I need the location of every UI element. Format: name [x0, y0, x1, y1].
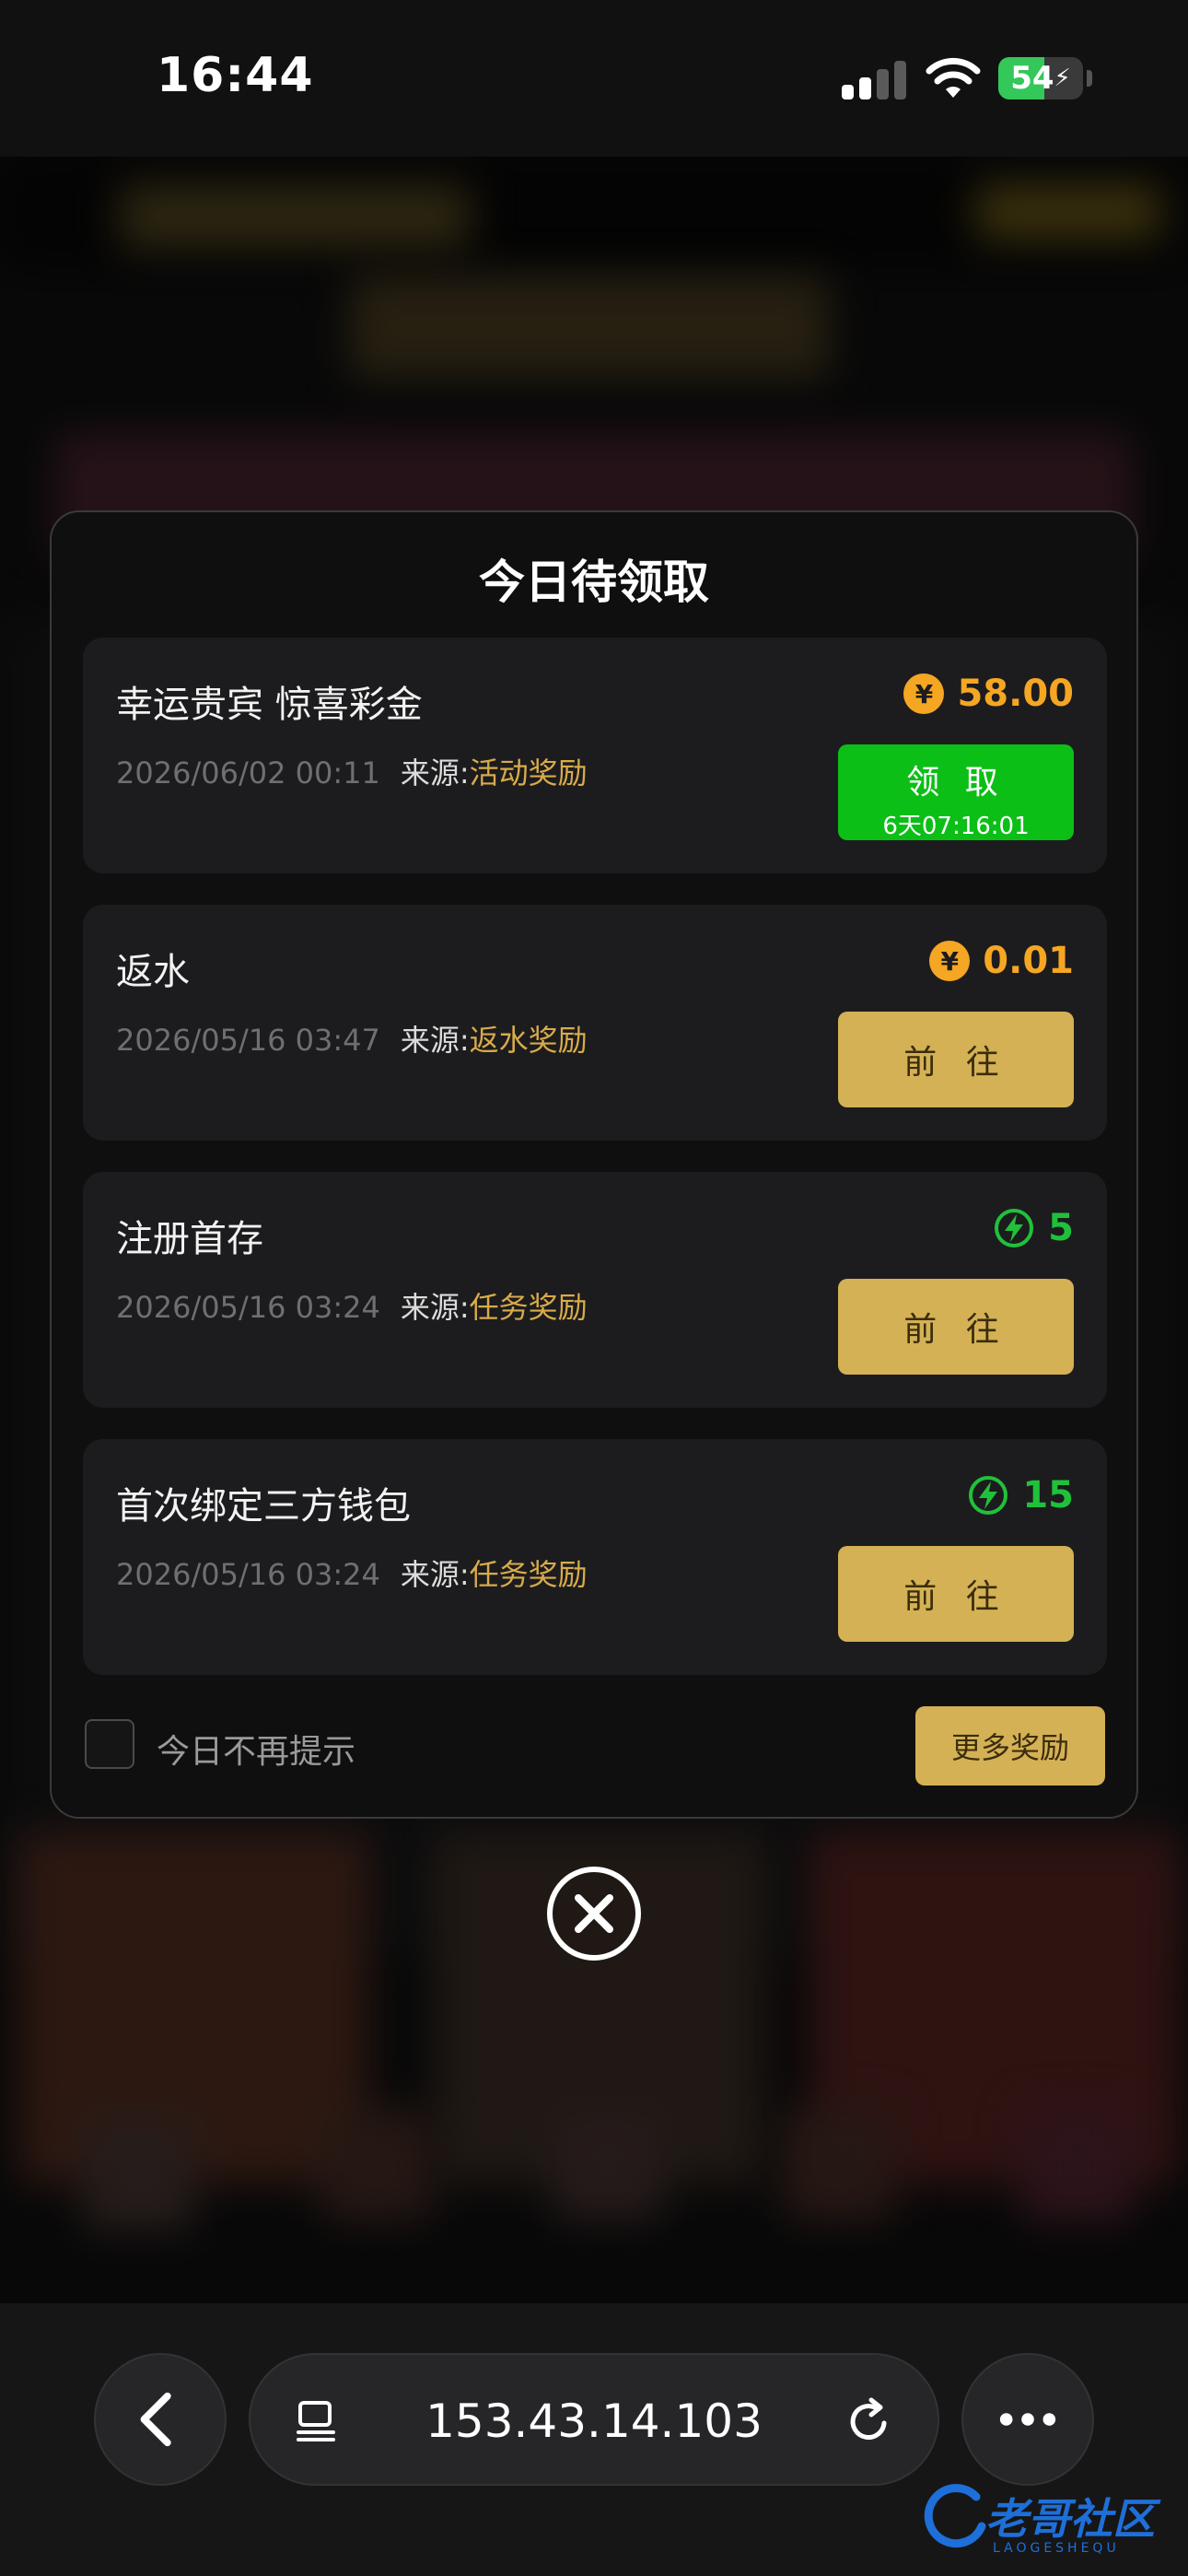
- reward-value: 0.01: [983, 940, 1074, 982]
- reward-meta: 2026/05/16 03:24 来源:任务奖励: [116, 1551, 588, 1594]
- battery-cap: [1087, 70, 1092, 87]
- reward-value: 58.00: [957, 673, 1074, 715]
- rewards-modal: 今日待领取 幸运贵宾 惊喜彩金 2026/06/02 00:11 来源:活动奖励 …: [50, 510, 1138, 1819]
- source-label: 来源:: [400, 1557, 470, 1592]
- claim-countdown: 6天07:16:01: [882, 813, 1030, 840]
- reward-title: 幸运贵宾 惊喜彩金: [116, 684, 423, 726]
- status-time: 16:44: [157, 48, 314, 103]
- cellular-signal-icon: [842, 59, 906, 100]
- dont-show-label[interactable]: 今日不再提示: [157, 1725, 355, 1773]
- close-icon: [575, 1894, 613, 1933]
- claim-label: 领 取: [906, 764, 1006, 802]
- watermark-subtext: LAOGESHEQU: [993, 2541, 1120, 2556]
- chevron-left-icon: [140, 2392, 171, 2447]
- source-label: 来源:: [400, 1023, 470, 1058]
- reload-icon[interactable]: [844, 2395, 895, 2447]
- close-modal-button[interactable]: [547, 1867, 641, 1961]
- url-text: 153.43.14.103: [425, 2395, 763, 2448]
- reward-card: 注册首存 2026/05/16 03:24 来源:任务奖励 5 前 往: [83, 1172, 1107, 1408]
- battery-icon: 54 ⚡: [998, 57, 1083, 100]
- reward-card: 幸运贵宾 惊喜彩金 2026/06/02 00:11 来源:活动奖励 ¥ 58.0…: [83, 638, 1107, 873]
- reward-amount: ¥ 58.00: [903, 671, 1074, 717]
- bolt-icon: [969, 1476, 1008, 1515]
- reward-date: 2026/06/02 00:11: [116, 755, 380, 790]
- go-button[interactable]: 前 往: [838, 1279, 1074, 1375]
- coin-icon: ¥: [929, 941, 971, 981]
- reward-title: 首次绑定三方钱包: [116, 1485, 411, 1528]
- more-options-button[interactable]: [961, 2353, 1094, 2486]
- go-button[interactable]: 前 往: [838, 1012, 1074, 1107]
- reward-amount: 15: [967, 1472, 1074, 1518]
- reward-date: 2026/05/16 03:24: [116, 1290, 380, 1325]
- source-label: 来源:: [400, 1290, 470, 1325]
- coin-icon: ¥: [903, 673, 945, 714]
- dragon-logo-icon: [924, 2484, 986, 2548]
- reward-value: 15: [1022, 1474, 1074, 1516]
- reward-title: 注册首存: [116, 1218, 263, 1260]
- reward-title: 返水: [116, 951, 190, 993]
- status-bar: 16:44 54 ⚡: [0, 0, 1188, 157]
- reward-card: 首次绑定三方钱包 2026/05/16 03:24 来源:任务奖励 15 前 往: [83, 1439, 1107, 1675]
- battery-level: 54: [1010, 60, 1054, 97]
- reward-date: 2026/05/16 03:24: [116, 1557, 380, 1592]
- reward-amount: ¥ 0.01: [929, 938, 1074, 984]
- watermark-text: 老哥社区: [985, 2494, 1155, 2544]
- ellipsis-icon: [999, 2413, 1056, 2426]
- modal-title: 今日待领取: [479, 556, 709, 609]
- claim-button[interactable]: 领 取 6天07:16:01: [838, 744, 1074, 840]
- reward-amount: 5: [993, 1205, 1074, 1251]
- go-button[interactable]: 前 往: [838, 1546, 1074, 1642]
- reward-card: 返水 2026/05/16 03:47 来源:返水奖励 ¥ 0.01 前 往: [83, 905, 1107, 1141]
- watermark-logo: 老哥社区 LAOGESHEQU: [921, 2469, 1188, 2576]
- reward-meta: 2026/06/02 00:11 来源:活动奖励: [116, 750, 588, 792]
- reward-date: 2026/05/16 03:47: [116, 1023, 380, 1058]
- source-type: 任务奖励: [469, 1557, 588, 1592]
- dont-show-checkbox[interactable]: [85, 1719, 134, 1769]
- reward-meta: 2026/05/16 03:24 来源:任务奖励: [116, 1284, 588, 1327]
- source-type: 活动奖励: [469, 755, 588, 790]
- back-button[interactable]: [94, 2353, 227, 2486]
- reward-value: 5: [1048, 1207, 1074, 1249]
- bolt-icon: [995, 1209, 1034, 1247]
- source-label: 来源:: [400, 755, 470, 790]
- wifi-icon: [926, 57, 981, 98]
- reward-meta: 2026/05/16 03:47 来源:返水奖励: [116, 1017, 588, 1060]
- more-rewards-button[interactable]: 更多奖励: [915, 1706, 1105, 1786]
- address-bar[interactable]: 153.43.14.103: [249, 2353, 939, 2486]
- source-type: 任务奖励: [469, 1290, 588, 1325]
- source-type: 返水奖励: [469, 1023, 588, 1058]
